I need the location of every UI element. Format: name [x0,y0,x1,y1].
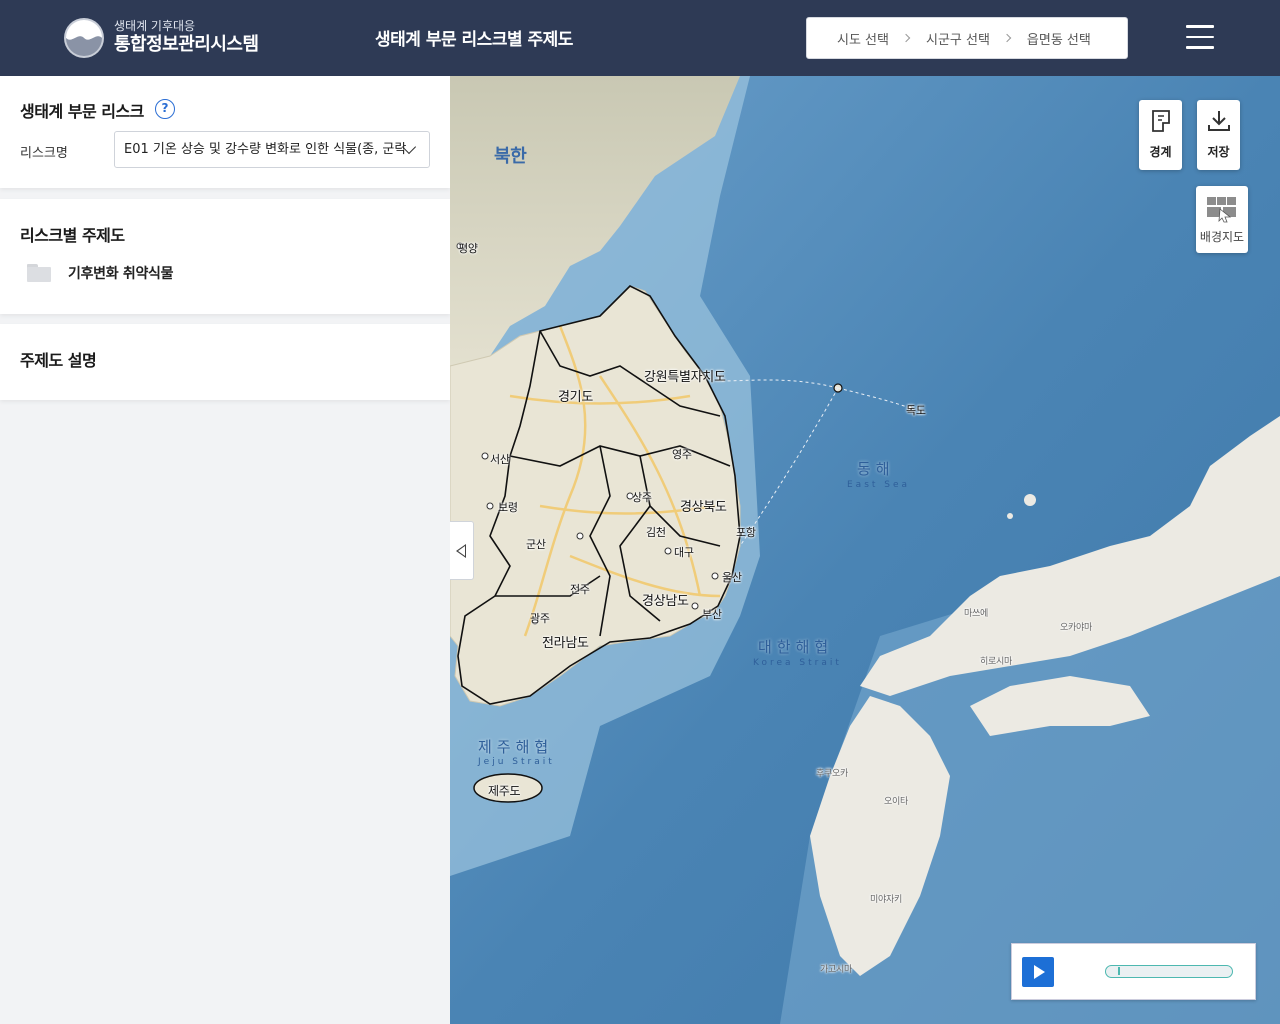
risk-name-value: E01 기온 상승 및 강수량 변화로 인한 식물(종, 군락 [124,142,407,157]
folder-icon [26,263,52,283]
side-panel: 생태계 부문 리스크 ? 리스크명 E01 기온 상승 및 강수량 변화로 인한… [0,76,450,1024]
sigungu-select[interactable]: 시군구 선택 [926,29,990,48]
city-label: 울산 [722,571,742,584]
map-label-jeonnam: 전라남도 [542,636,589,651]
city-label: 보령 [498,501,518,514]
play-icon[interactable] [1022,957,1054,987]
city-label: 영주 [672,448,692,461]
risk-name-select[interactable]: E01 기온 상승 및 강수량 변화로 인한 식물(종, 군락 [114,131,430,168]
description-card: 주제도 설명 [0,324,450,400]
japan-label: 가고시마 [820,965,852,975]
city-label: 군산 [526,538,546,551]
city-label: 독도 [906,404,926,417]
sea-sub-east: East Sea [847,480,911,490]
timeline-slider[interactable] [1105,965,1233,978]
japan-label: 후쿠오카 [816,769,848,779]
city-label: 포항 [736,526,756,539]
slider-handle[interactable] [1118,967,1120,975]
city-label: 상주 [632,491,652,504]
risk-card: 생태계 부문 리스크 ? 리스크명 E01 기온 상승 및 강수량 변화로 인한… [0,76,450,188]
page-title: 생태계 부문 리스크별 주제도 [375,30,573,50]
government-emblem-icon [64,18,104,58]
app-header: 생태계 기후대응 통합정보관리시스템 생태계 부문 리스크별 주제도 시도 선택… [0,0,1280,76]
thematic-map-card: 리스크별 주제도 기후변화 취약식물 [0,199,450,314]
sido-select[interactable]: 시도 선택 [837,29,889,48]
map-label-gyeonggi: 경기도 [558,390,593,405]
map-view[interactable]: 강원특별자치도 경기도 경상북도 경상남도 전라남도 제주도 북한 평양 대구 … [450,76,1280,1024]
description-title[interactable]: 주제도 설명 [20,347,97,371]
timeline-control [1011,943,1256,1000]
japan-label: 마쓰에 [964,609,988,619]
download-icon [1207,111,1230,131]
japan-label: 히로시마 [980,657,1012,667]
eupmyeondong-select[interactable]: 읍면동 선택 [1027,29,1091,48]
city-label: 서산 [490,453,510,466]
sea-sub-korea-strait: Korea Strait [753,658,842,668]
basemap [450,76,1280,1024]
save-label: 저장 [1207,145,1230,159]
help-icon[interactable]: ? [155,99,175,119]
boundary-label: 경계 [1149,145,1172,159]
thematic-map-title: 리스크별 주제도 [20,226,125,245]
city-label: 전주 [570,583,590,596]
risk-name-label: 리스크명 [20,146,68,161]
basemap-label: 배경지도 [1199,230,1245,244]
sea-sub-jeju-strait: Jeju Strait [478,757,555,767]
collapse-panel-button[interactable] [450,521,474,580]
logo-title: 통합정보관리시스템 [114,34,259,55]
risk-card-title: 생태계 부문 리스크 [20,102,144,121]
city-label: 김천 [646,526,666,539]
map-label-jeju: 제주도 [488,784,521,798]
region-breadcrumb: 시도 선택 시군구 선택 읍면동 선택 [806,17,1128,59]
folder-item[interactable]: 기후변화 취약식물 [26,263,174,283]
basemap-button[interactable]: 배경지도 [1196,186,1248,253]
map-label-north: 북한 [494,146,527,167]
menu-icon[interactable] [1186,25,1214,49]
folder-label: 기후변화 취약식물 [68,266,174,282]
chevron-right-icon [1002,33,1012,43]
boundary-icon [1151,110,1170,132]
sea-label-korea-strait: 대한해협 [758,638,834,656]
japan-label: 오카야마 [1060,623,1092,633]
japan-label: 미야자키 [870,895,902,905]
layers-icon [1207,197,1236,223]
chevron-right-icon [901,33,911,43]
sea-label-jeju-strait: 제주해협 [478,738,554,756]
city-label: 광주 [530,612,550,625]
city-label: 대구 [674,546,694,559]
caret-left-icon [456,544,466,558]
sea-label-east: 동해 [857,460,895,478]
save-button[interactable]: 저장 [1197,100,1240,170]
japan-label: 오이타 [884,797,908,807]
boundary-button[interactable]: 경계 [1139,100,1182,170]
map-label-gangwon: 강원특별자치도 [644,370,726,385]
city-label: 평양 [458,242,478,255]
logo-subtitle: 생태계 기후대응 [114,19,196,33]
city-label: 부산 [702,608,722,621]
logo[interactable]: 생태계 기후대응 통합정보관리시스템 [62,14,292,62]
map-label-gyeongbuk: 경상북도 [680,500,727,515]
map-label-gyeongnam: 경상남도 [642,594,689,609]
